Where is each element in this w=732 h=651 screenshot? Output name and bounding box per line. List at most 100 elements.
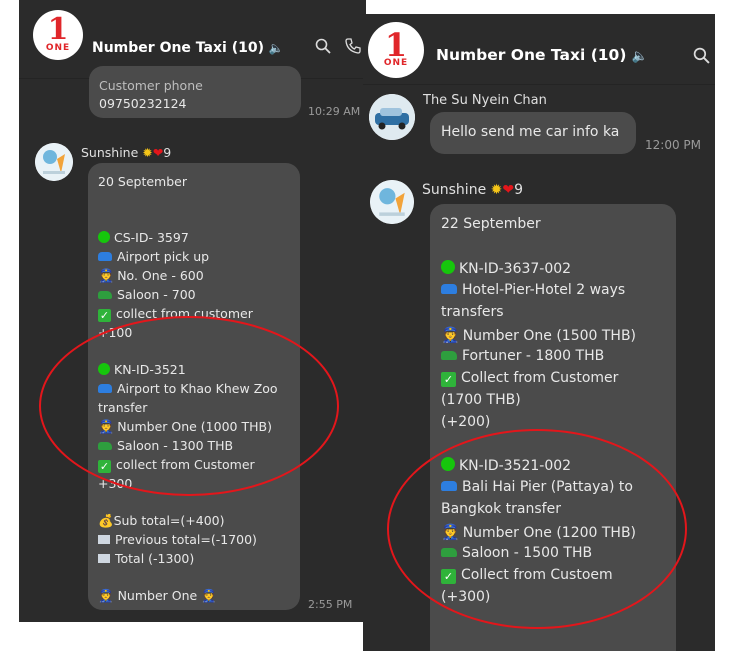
chat-header: 1 ONE Number One Taxi (10) 🔈 <box>363 14 715 85</box>
sender-avatar[interactable] <box>370 180 414 224</box>
logo-numeral: 1 <box>47 12 69 47</box>
heart-icon: ❤ <box>152 145 164 160</box>
group-logo[interactable]: 1 ONE <box>33 10 83 60</box>
vehicle-text: Fortuner - 1800 THB <box>462 348 605 364</box>
route-text: Airport pick up <box>117 249 210 264</box>
trip-id: KN-ID-3637-002 <box>459 261 572 277</box>
trip-message-bubble[interactable]: 20 September CS-ID- 3597 Airport pick up… <box>88 163 300 610</box>
route-text: Airport to Khao Khew Zoo <box>117 381 278 396</box>
green-circle-icon <box>98 363 110 375</box>
suv-icon <box>98 442 112 450</box>
amount-line: +300 <box>98 476 133 491</box>
speaker-icon: 🔈 <box>268 41 284 55</box>
vehicle-text: Saloon - 1300 THB <box>117 438 234 453</box>
amount-line: +100 <box>98 325 133 340</box>
police-officer-icon: 👮 <box>201 588 217 603</box>
collect-amount: (1700 THB) <box>441 392 521 408</box>
phone-icon[interactable] <box>345 38 361 58</box>
vehicle-line: Saloon - 1300 THB <box>98 438 233 453</box>
message-time: 10:29 AM <box>308 105 361 118</box>
trip-id: KN-ID-3521-002 <box>459 458 572 474</box>
message-time: 2:55 PM <box>308 598 353 611</box>
vehicle-text: Saloon - 1500 THB <box>462 545 593 561</box>
group-name: Number One Taxi <box>436 46 586 64</box>
sun-icon: ✹ <box>142 145 153 160</box>
collect-text: Collect from Customer <box>461 370 619 386</box>
check-mark-icon: ✓ <box>98 309 111 322</box>
collect-text: collect from customer <box>116 306 253 321</box>
vehicle-line: Fortuner - 1800 THB <box>441 348 604 364</box>
trip-message-bubble[interactable]: 22 September KN-ID-3637-002 Hotel-Pier-H… <box>430 204 676 651</box>
route-line: Hotel-Pier-Hotel 2 ways <box>441 282 625 298</box>
route-line: Bali Hai Pier (Pattaya) to <box>441 479 633 495</box>
driver-line: 👮 Number One (1200 THB) <box>441 523 636 541</box>
group-name: Number One Taxi <box>92 40 227 56</box>
driver-text: Number One (1200 THB) <box>462 525 637 541</box>
total-text: Total (-1300) <box>115 551 195 566</box>
money-bag-icon: 💰 <box>98 513 114 528</box>
collect-line: ✓ collect from customer <box>98 306 253 322</box>
route-text-cont: transfer <box>98 400 148 415</box>
suv-icon <box>441 351 457 360</box>
search-icon[interactable] <box>315 38 331 58</box>
check-mark-icon: ✓ <box>441 569 456 584</box>
message-date: 22 September <box>441 216 541 232</box>
route-text-cont: transfers <box>441 304 504 320</box>
sender-name[interactable]: The Su Nyein Chan <box>423 93 547 108</box>
driver-text: No. One - 600 <box>117 268 204 283</box>
police-officer-icon: 👮 <box>98 269 115 284</box>
previous-message-bubble[interactable]: Customer phone 09750232124 <box>89 66 301 118</box>
car-icon <box>441 481 457 491</box>
suv-icon <box>441 548 457 557</box>
sender-name[interactable]: Sunshine ✹❤9 <box>422 182 523 198</box>
previous-total-line: Previous total=(-1700) <box>98 532 257 547</box>
driver-line: 👮 Number One (1500 THB) <box>441 326 636 344</box>
logo-word: ONE <box>45 43 71 53</box>
message-text: Hello send me car info ka <box>441 124 620 140</box>
check-mark-icon: ✓ <box>98 460 111 473</box>
route-line: Airport to Khao Khew Zoo <box>98 381 278 396</box>
sender-suffix: 9 <box>514 182 524 198</box>
driver-text: Number One (1500 THB) <box>462 328 637 344</box>
logo-word: ONE <box>383 58 409 68</box>
vehicle-line: Saloon - 700 <box>98 287 196 302</box>
amount-line: (+200) <box>441 414 491 430</box>
sender-suffix: 9 <box>163 145 172 160</box>
signature-line: 👮 Number One 👮 <box>98 588 217 604</box>
police-officer-icon: 👮 <box>441 326 460 344</box>
sender-avatar[interactable] <box>369 94 415 140</box>
sender-avatar[interactable] <box>35 143 73 181</box>
search-icon[interactable] <box>693 47 710 68</box>
subtotal-text: Sub total=(+400) <box>113 513 225 528</box>
chat-title[interactable]: Number One Taxi (10) 🔈 <box>92 40 284 56</box>
speaker-icon: 🔈 <box>631 49 649 64</box>
previous-message-bubble[interactable]: Hello send me car info ka <box>430 112 636 154</box>
sender-label: Sunshine <box>81 145 139 160</box>
suv-icon <box>98 291 112 299</box>
driver-line: 👮 No. One - 600 <box>98 268 204 284</box>
collect-line: ✓ Collect from Custoem <box>441 567 613 584</box>
logo-numeral: 1 <box>384 26 408 64</box>
car-icon <box>98 252 112 261</box>
police-officer-icon: 👮 <box>441 523 460 541</box>
driver-line: 👮 Number One (1000 THB) <box>98 419 272 435</box>
vehicle-text: Saloon - 700 <box>117 287 196 302</box>
group-logo[interactable]: 1 ONE <box>368 22 424 78</box>
trip-id: CS-ID- 3597 <box>114 230 189 245</box>
trip-id: KN-ID-3521 <box>114 362 186 377</box>
route-line: Airport pick up <box>98 249 209 264</box>
trip-id-line: KN-ID-3521 <box>98 362 186 377</box>
collect-line: ✓ Collect from Customer <box>441 370 618 387</box>
trip-id-line: KN-ID-3637-002 <box>441 260 571 277</box>
green-circle-icon <box>98 231 110 243</box>
chat-title[interactable]: Number One Taxi (10) 🔈 <box>436 46 648 64</box>
total-line: Total (-1300) <box>98 551 194 566</box>
left-chat-panel: 1 ONE Number One Taxi (10) 🔈 Customer ph… <box>19 0 366 622</box>
right-chat-panel: 1 ONE Number One Taxi (10) 🔈 The Su Nyei… <box>363 14 715 651</box>
vehicle-line: Saloon - 1500 THB <box>441 545 592 561</box>
sender-name[interactable]: Sunshine ✹❤9 <box>81 145 171 160</box>
previous-total-text: Previous total=(-1700) <box>115 532 257 547</box>
car-icon <box>441 284 457 294</box>
route-text-cont: Bangkok transfer <box>441 501 561 517</box>
car-icon <box>98 384 112 393</box>
